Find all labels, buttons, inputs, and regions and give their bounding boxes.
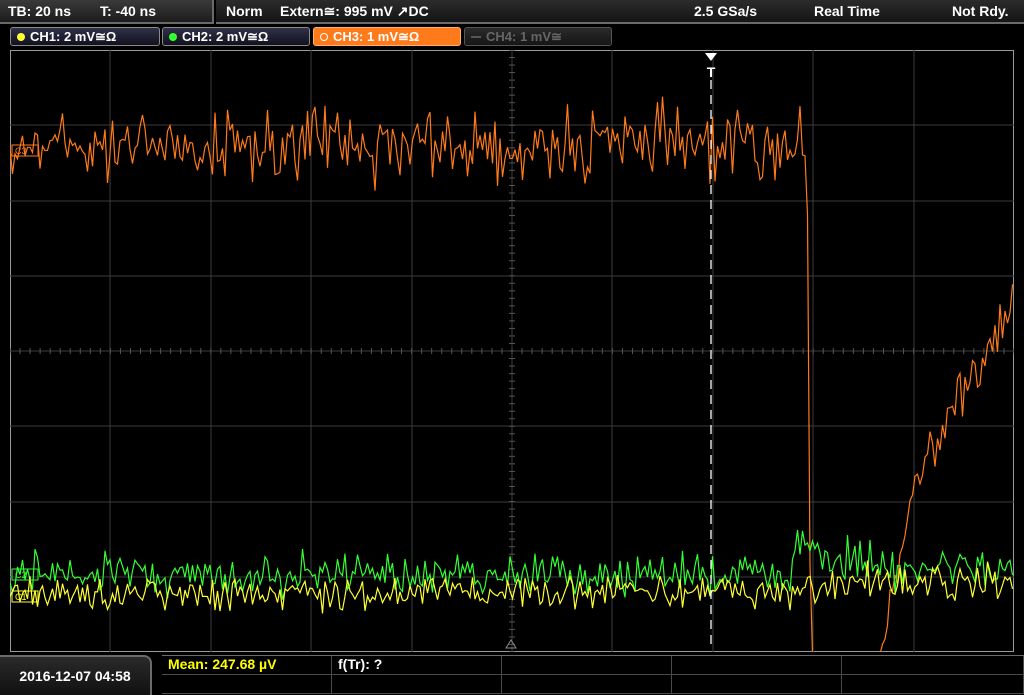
trigger-offset-readout: T: -40 ns: [100, 3, 157, 19]
ch1-color-dot: [17, 33, 25, 41]
timebase-panel[interactable]: TB: 20 ns T: -40 ns: [0, 0, 214, 24]
trigger-mode: Norm: [226, 3, 263, 19]
ch3-color-dot: [320, 33, 328, 41]
measurement-slot-4[interactable]: [672, 656, 842, 675]
measurement-slot-10[interactable]: [842, 675, 1024, 694]
measurement-slot-6[interactable]: [162, 675, 332, 694]
trigger-label: T: [707, 64, 716, 80]
traces: [10, 96, 1014, 652]
status-bar: TB: 20 ns T: -40 ns Norm Extern≅: 995 mV…: [0, 0, 1024, 24]
measurement-table: Mean: 247.68 µV f(Tr): ?: [162, 655, 1024, 695]
ch1-marker-label: C1: [15, 592, 27, 602]
acquisition-panel[interactable]: Norm Extern≅: 995 mV ↗DC 2.5 GSa/s Real …: [216, 0, 1024, 24]
acquisition-state: Not Rdy.: [952, 3, 1009, 19]
trigger-position-arrow: [705, 53, 717, 61]
tab-ch1[interactable]: CH1: 2 mV≅Ω: [10, 27, 160, 46]
bottom-bar: 2016-12-07 04:58 Mean: 247.68 µV f(Tr): …: [0, 655, 1024, 695]
waveform-plot: T C3 C2 C1: [10, 50, 1014, 652]
tab-ch2-label: CH2: 2 mV≅Ω: [182, 29, 269, 44]
tab-ch4[interactable]: CH4: 1 mV≅: [464, 27, 612, 46]
tab-ch3-label: CH3: 1 mV≅Ω: [333, 29, 420, 44]
datetime-display: 2016-12-07 04:58: [0, 655, 152, 695]
timebase-readout: TB: 20 ns: [8, 3, 72, 19]
tab-ch1-label: CH1: 2 mV≅Ω: [30, 29, 117, 44]
measurement-mean[interactable]: Mean: 247.68 µV: [162, 656, 332, 675]
sample-rate: 2.5 GSa/s: [694, 3, 758, 19]
channel-tabs: CH1: 2 mV≅Ω CH2: 2 mV≅Ω CH3: 1 mV≅Ω CH4:…: [0, 26, 1024, 48]
measurement-slot-8[interactable]: [502, 675, 672, 694]
measurement-slot-9[interactable]: [672, 675, 842, 694]
ch2-trace: [10, 529, 1014, 600]
measurement-slot-5[interactable]: [842, 656, 1024, 675]
acquisition-mode: Real Time: [814, 3, 880, 19]
ch3-marker-label: C3: [15, 146, 27, 156]
ch2-marker-label: C2: [15, 570, 27, 580]
tab-ch2[interactable]: CH2: 2 mV≅Ω: [162, 27, 310, 46]
measurement-ftr[interactable]: f(Tr): ?: [332, 656, 502, 675]
ch3-level-marker[interactable]: C3: [11, 144, 39, 157]
measurement-slot-3[interactable]: [502, 656, 672, 675]
tab-ch4-label: CH4: 1 mV≅: [486, 29, 562, 44]
ch4-off-icon: [471, 36, 481, 38]
trigger-source: Extern≅: 995 mV ↗DC: [280, 3, 429, 19]
measurement-slot-7[interactable]: [332, 675, 502, 694]
ch2-color-dot: [169, 33, 177, 41]
tab-ch3[interactable]: CH3: 1 mV≅Ω: [313, 27, 461, 46]
